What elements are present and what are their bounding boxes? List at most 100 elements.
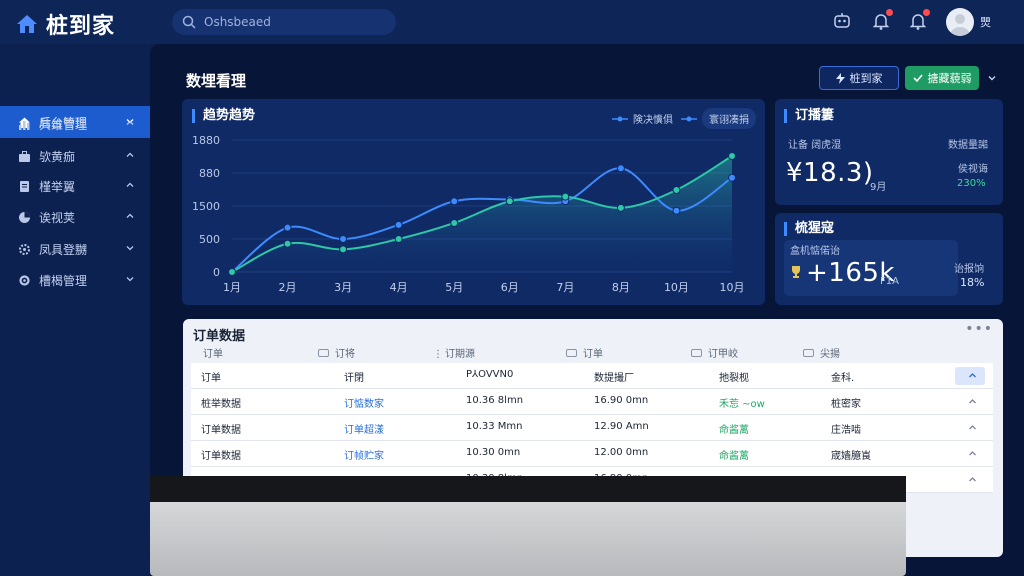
table-cell: 命酱蓠	[719, 451, 749, 462]
sidebar-item-5[interactable]: 凤具登嬲	[0, 235, 150, 263]
top-bar: 桩到家 Oshsbeaed 煛	[0, 0, 1024, 44]
table-cell: 桩举数据	[201, 399, 241, 410]
more-options-icon[interactable]: •••	[965, 321, 993, 337]
quick-action-label: 桩到家	[849, 72, 883, 85]
data-point	[616, 203, 625, 212]
data-point	[728, 173, 736, 182]
chevron-down-icon[interactable]	[987, 73, 997, 83]
table-cell: P⅄OVVN0	[466, 369, 514, 380]
settings-icon	[19, 243, 30, 255]
sidebar-item-3[interactable]: 槿举翼	[0, 172, 150, 200]
data-point	[394, 235, 403, 243]
order-card-value: ¥18.3)	[786, 158, 874, 188]
search-icon	[182, 15, 196, 29]
page-title: 数埋看理	[186, 72, 247, 90]
data-point	[450, 197, 459, 206]
table-cell: 16.90 0mn	[594, 395, 649, 406]
y-tick-label: 500	[199, 233, 220, 246]
legend-item-2[interactable]: 寰诩凑捐	[681, 108, 756, 129]
y-tick-label: 1500	[192, 200, 220, 213]
table-header: 订单 订将 ⋮ 订期源 订单 订甲峧 尖揚	[183, 345, 1003, 363]
avatar[interactable]	[946, 8, 974, 36]
data-point	[561, 192, 570, 201]
stat-card-unit: F1A	[880, 276, 899, 287]
x-tick-label: 6月	[501, 281, 519, 294]
table-cell: 金科.	[831, 373, 855, 384]
stat-card-title: 梳猩寇	[784, 222, 834, 236]
search-placeholder: Oshsbeaed	[204, 15, 271, 29]
confirm-button[interactable]: 搪藏藐弱	[905, 66, 979, 90]
sort-icon	[318, 348, 329, 357]
column-header[interactable]: 订甲峧	[691, 345, 738, 360]
sidebar: 后台管理 共维管理 欤黄痂 槿举翼 诶视荚 凤具登嬲 槽楬管理	[0, 44, 150, 576]
data-point	[505, 197, 514, 206]
sidebar-item-1[interactable]: 共维管理	[0, 110, 150, 138]
trend-title: 趋势趋势	[192, 109, 255, 123]
logo[interactable]: 桩到家	[14, 8, 115, 40]
table-row[interactable]: 订单数据 订帧贮家 10.30 0mn 12.00 0mn 命酱蓠 宬嫱臆崀	[191, 441, 993, 467]
chevron-up-icon	[126, 213, 134, 218]
data-point	[728, 152, 736, 161]
alert-bell-icon[interactable]	[908, 9, 930, 31]
table-cell[interactable]: 订帧贮家	[344, 447, 384, 462]
data-point	[616, 164, 625, 173]
y-tick-label: 880	[199, 167, 220, 180]
check-icon	[912, 74, 923, 83]
order-card-label-left: 让备 阔虎湿	[788, 140, 842, 151]
data-point	[283, 239, 292, 248]
data-point	[450, 218, 459, 227]
x-tick-label: 10月	[720, 281, 745, 294]
table-cell: 订单	[201, 373, 221, 384]
column-header[interactable]: 订单	[203, 345, 223, 360]
column-header[interactable]: 订将	[318, 345, 355, 360]
data-point	[672, 206, 681, 215]
table-cell[interactable]: 订惦数家	[344, 395, 384, 410]
sidebar-item-2[interactable]: 欤黄痂	[0, 142, 150, 170]
sidebar-item-4[interactable]: 诶视荚	[0, 203, 150, 231]
sidebar-item-label: 槽楬管理	[39, 273, 88, 288]
data-point	[394, 220, 403, 229]
chevron-up-icon[interactable]	[968, 475, 977, 484]
table-cell[interactable]: 订单超漾	[344, 421, 384, 436]
table-cell: 扡裂枧	[719, 373, 749, 384]
search-input[interactable]: Oshsbeaed	[172, 9, 396, 35]
chevron-up-icon[interactable]	[968, 371, 977, 380]
chevron-down-icon	[126, 277, 134, 282]
bell-icon[interactable]	[871, 9, 893, 31]
sidebar-item-6[interactable]: 槽楬管理	[0, 266, 150, 294]
chart-legend: 険决懻俱 寰诩凑捐	[612, 108, 756, 129]
monitor-bezel	[150, 476, 906, 502]
order-card-unit: 9月	[870, 182, 887, 193]
trophy-icon	[792, 266, 800, 278]
gear-icon	[19, 274, 30, 286]
notification-dot	[923, 9, 930, 16]
table-cell: 宬嫱臆崀	[831, 451, 871, 462]
legend-item-1[interactable]: 険决懻俱	[612, 111, 673, 126]
quick-action-button[interactable]: 桩到家	[819, 66, 899, 90]
column-header[interactable]: ⋮ 订期源	[433, 345, 475, 361]
user-name[interactable]: 煛	[980, 14, 991, 30]
pie-chart-icon	[19, 211, 30, 223]
chevron-up-icon[interactable]	[968, 423, 977, 432]
column-header[interactable]: 尖揚	[803, 345, 840, 360]
data-point	[339, 245, 348, 254]
monitor-chin	[150, 502, 906, 576]
column-header[interactable]: 订单	[566, 345, 603, 360]
column-header-label: 订将	[335, 349, 355, 360]
table-cell: 订单数据	[201, 451, 241, 462]
column-header-label: 订期源	[445, 349, 475, 360]
chevron-up-icon[interactable]	[968, 449, 977, 458]
table-row[interactable]: 订单 讦閉 P⅄OVVN0 数提撮厂 扡裂枧 金科.	[191, 363, 993, 389]
legend-label: 寰诩凑捐	[702, 108, 756, 129]
sidebar-item-label: 诶视荚	[39, 210, 76, 225]
chevron-up-icon[interactable]	[968, 397, 977, 406]
table-cell: 庄浩啮	[831, 425, 861, 436]
sort-icon	[803, 348, 814, 357]
table-row[interactable]: 桩举数据 订惦数家 10.36 8lmn 16.90 0mn 禾莣 ~ow 桩密家	[191, 389, 993, 415]
chevron-up-icon	[126, 120, 134, 125]
robot-icon[interactable]	[832, 11, 852, 31]
column-header-label: 尖揚	[820, 349, 840, 360]
table-cell: 订单数据	[201, 425, 241, 436]
table-row[interactable]: 订单数据 订单超漾 10.33 Mmn 12.90 Amn 命酱蓠 庄浩啮	[191, 415, 993, 441]
stat-card-sub-title: 盒机惦偌诒	[790, 246, 840, 257]
